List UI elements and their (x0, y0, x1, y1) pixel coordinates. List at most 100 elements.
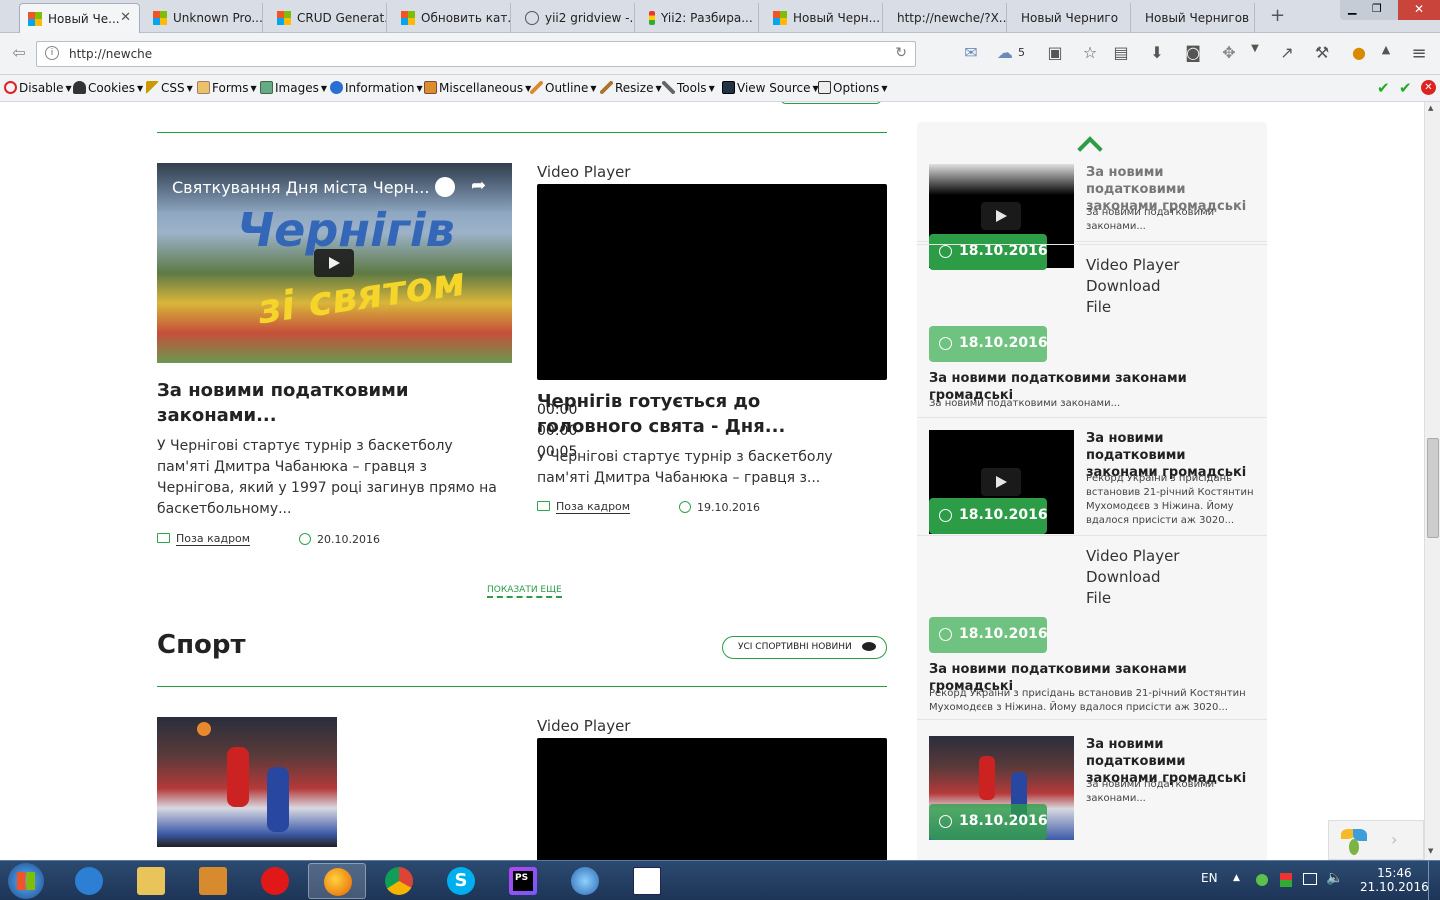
dev-menu-outline[interactable]: Outline ▼ (530, 81, 597, 95)
taskbar-ie[interactable] (60, 863, 118, 899)
taskbar-app[interactable] (556, 863, 614, 899)
tab[interactable]: Yii2: Разбира... (641, 3, 759, 33)
news-title[interactable]: Чернігів готується до головного свята - … (537, 389, 867, 439)
reading-list-icon[interactable]: ▤ (1110, 43, 1132, 65)
chevron-up-icon[interactable]: ▲ (1375, 43, 1397, 65)
sidebar-news-item[interactable]: Video Player Download File 18.10.2016 За… (917, 536, 1267, 720)
new-tab-button[interactable]: + (1270, 5, 1285, 26)
basketball-photo[interactable] (157, 717, 337, 847)
reload-icon[interactable]: ↻ (895, 45, 907, 61)
show-desktop-button[interactable] (1428, 861, 1440, 900)
tab[interactable]: Новый Черниго (1013, 3, 1131, 33)
taskbar-firefox[interactable] (308, 863, 366, 899)
tab-active[interactable]: Новый Че... ✕ (19, 3, 140, 33)
dev-menu-css[interactable]: CSS ▼ (146, 81, 193, 95)
action-center-icon[interactable] (1280, 873, 1292, 887)
language-indicator[interactable]: EN (1201, 871, 1218, 885)
chevron-right-icon[interactable]: › (1391, 830, 1397, 849)
play-button-icon[interactable] (981, 202, 1021, 230)
taskbar-phpstorm[interactable]: PS (494, 863, 552, 899)
news-category[interactable]: Поза кадром (157, 532, 251, 546)
video-player-fallback: Video Player Download File (1086, 256, 1180, 316)
back-icon[interactable]: ⇦ (8, 43, 30, 65)
page-scrollbar[interactable]: ▲ ▼ (1424, 102, 1440, 860)
video-player[interactable] (537, 738, 887, 860)
dev-menu-options[interactable]: Options ▼ (818, 81, 887, 95)
yii-debug-toolbar[interactable]: › (1328, 820, 1424, 860)
maximize-icon[interactable]: ❐ (1372, 2, 1382, 15)
valid-check-icon[interactable]: ✔ (1377, 79, 1390, 97)
sidebar-news-item[interactable]: За новими податковими законами громадськ… (917, 418, 1267, 536)
dev-menu-forms[interactable]: Forms ▼ (197, 81, 257, 95)
video-thumbnail[interactable]: Святкування Дня міста Черн... ➦ Чернігів… (157, 163, 512, 363)
taskbar-media[interactable] (184, 863, 242, 899)
page-action-icon[interactable]: ▣ (1044, 43, 1066, 65)
dev-menu-cookies[interactable]: Cookies ▼ (73, 81, 143, 95)
cloud-count: 5 (1018, 46, 1025, 59)
close-tab-icon[interactable]: ✕ (120, 10, 131, 25)
info-icon[interactable]: i (45, 46, 59, 60)
mail-icon[interactable]: ✉ (960, 43, 982, 65)
cloud-icon[interactable]: ☁ (994, 43, 1016, 65)
sidebar-news-item[interactable]: За новими податковими законами громадськ… (917, 162, 1267, 268)
video-player[interactable] (537, 184, 887, 380)
all-sport-news-button[interactable]: УСІ СПОРТИВНІ НОВИНИ (722, 636, 887, 659)
valid-check-icon[interactable]: ✔ (1399, 79, 1412, 97)
scroll-up-icon[interactable]: ▲ (1428, 104, 1433, 112)
news-title[interactable]: За новими податковими законами... (157, 378, 497, 428)
bookmark-star-icon[interactable]: ☆ (1079, 43, 1101, 65)
tab[interactable]: Unknown Pro... (145, 3, 263, 33)
dev-menu-resize[interactable]: Resize ▼ (600, 81, 662, 95)
volume-muted-icon[interactable]: 🔈 (1326, 870, 1343, 886)
tab[interactable]: Обновить кат... (393, 3, 511, 33)
network-icon[interactable] (1303, 873, 1317, 885)
chevron-down-icon[interactable]: ▼ (1244, 43, 1266, 65)
taskbar-chrome[interactable] (370, 863, 428, 899)
taskbar-skype[interactable]: S (432, 863, 490, 899)
show-more-link[interactable]: ПОКАЗАТИ ЕЩЕ (487, 585, 562, 598)
scrollbar-thumb[interactable] (1427, 438, 1439, 538)
taskbar-explorer[interactable] (122, 863, 180, 899)
tools-icon (662, 81, 675, 94)
play-button-icon[interactable] (981, 468, 1021, 496)
minimize-icon[interactable]: ▁ (1348, 2, 1356, 15)
address-bar[interactable]: i http://newche ↻ (36, 41, 916, 67)
start-button[interactable] (4, 862, 48, 900)
section-button-partial[interactable] (780, 102, 882, 104)
extension-icon[interactable]: ✥ (1218, 43, 1240, 65)
sidebar-news-item[interactable]: За новими податковими законами громадськ… (917, 720, 1267, 860)
dev-menu-images[interactable]: Images ▼ (260, 81, 327, 95)
tray-app-icon[interactable] (1256, 874, 1268, 886)
sidebar-news-item[interactable]: Video Player Download File 18.10.2016 За… (917, 244, 1267, 418)
clock[interactable]: 15:46 21.10.2016 (1360, 866, 1429, 894)
tab[interactable]: yii2 gridview -... (517, 3, 635, 33)
download-icon[interactable]: ⬇ (1146, 43, 1168, 65)
tab[interactable]: Новый Черн... (765, 3, 883, 33)
tab[interactable]: http://newche/?X... (889, 3, 1007, 33)
tools-icon[interactable]: ⚒ (1311, 43, 1333, 65)
menu-icon[interactable]: ≡ (1408, 43, 1430, 65)
news-category[interactable]: Поза кадром (537, 500, 631, 514)
play-button-icon[interactable] (314, 249, 354, 277)
chevron-up-icon[interactable] (1077, 132, 1103, 162)
eye-icon (862, 642, 876, 651)
taskbar-notepad[interactable] (618, 863, 676, 899)
pocket-icon[interactable]: ◙ (1182, 43, 1204, 65)
dev-menu-information[interactable]: Information ▼ (330, 81, 423, 95)
dev-menu-disable[interactable]: Disable ▼ (4, 81, 72, 95)
show-hidden-icons[interactable]: ▲ (1233, 873, 1240, 883)
avatar-icon[interactable]: ● (1348, 43, 1370, 65)
close-window-icon[interactable]: ✕ (1398, 0, 1440, 20)
watch-later-icon[interactable] (435, 177, 455, 197)
tab[interactable]: CRUD Generat... (269, 3, 387, 33)
scroll-down-icon[interactable]: ▼ (1428, 847, 1433, 855)
opera-icon (261, 867, 289, 895)
dev-menu-view-source[interactable]: View Source ▼ (722, 81, 819, 95)
dev-menu-tools[interactable]: Tools ▼ (662, 81, 715, 95)
error-icon[interactable]: ✕ (1421, 80, 1436, 95)
share-icon[interactable]: ➦ (471, 175, 486, 196)
taskbar-opera[interactable] (246, 863, 304, 899)
tab[interactable]: Новый Чернигов (1137, 3, 1255, 33)
dev-menu-miscellaneous[interactable]: Miscellaneous ▼ (424, 81, 531, 95)
pin-icon[interactable]: ↗ (1276, 43, 1298, 65)
